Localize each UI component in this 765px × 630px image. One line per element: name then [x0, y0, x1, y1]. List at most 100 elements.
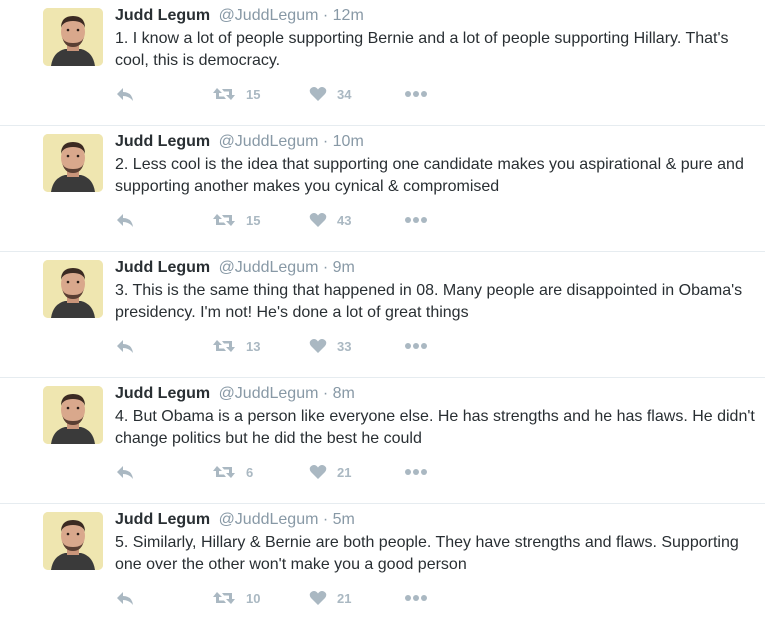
author-handle[interactable]: @JuddLegum: [219, 133, 319, 150]
tweet-actions: 13 33: [115, 334, 515, 358]
separator-dot: ·: [322, 259, 329, 276]
more-options-button[interactable]: [404, 334, 428, 358]
retweet-icon: [213, 88, 235, 100]
more-icon: [405, 595, 427, 601]
tweet-timestamp[interactable]: 10m: [333, 133, 364, 150]
like-count: 43: [337, 212, 352, 228]
author-name[interactable]: Judd Legum: [115, 259, 210, 276]
tweet-actions: 10 21: [115, 586, 515, 610]
author-name[interactable]: Judd Legum: [115, 385, 210, 402]
tweet-header: Judd Legum @JuddLegum · 10m: [115, 132, 364, 152]
reply-button[interactable]: [115, 334, 135, 358]
tweet-timestamp[interactable]: 9m: [333, 259, 355, 276]
like-button[interactable]: 21: [309, 586, 351, 610]
tweet[interactable]: Judd Legum @JuddLegum · 12m 1. I know a …: [0, 0, 765, 126]
tweet[interactable]: Judd Legum @JuddLegum · 9m 3. This is th…: [0, 252, 765, 378]
avatar[interactable]: [43, 8, 103, 66]
tweet-header: Judd Legum @JuddLegum · 8m: [115, 384, 355, 404]
avatar-portrait: [43, 512, 103, 570]
heart-icon: [309, 465, 327, 479]
retweet-button[interactable]: 10: [212, 586, 260, 610]
avatar[interactable]: [43, 134, 103, 192]
retweet-icon: [213, 340, 235, 352]
like-count: 33: [337, 338, 352, 354]
tweet[interactable]: Judd Legum @JuddLegum · 10m 2. Less cool…: [0, 126, 765, 252]
tweet-actions: 15 43: [115, 208, 515, 232]
separator-dot: ·: [322, 7, 329, 24]
retweet-count: 6: [246, 464, 254, 480]
heart-icon: [309, 87, 327, 101]
like-button[interactable]: 21: [309, 460, 351, 484]
reply-icon: [117, 88, 133, 101]
tweet-timeline: Judd Legum @JuddLegum · 12m 1. I know a …: [0, 0, 765, 630]
author-handle[interactable]: @JuddLegum: [219, 7, 319, 24]
more-options-button[interactable]: [404, 82, 428, 106]
avatar-portrait: [43, 260, 103, 318]
like-count: 34: [337, 86, 352, 102]
tweet-timestamp[interactable]: 12m: [333, 7, 364, 24]
reply-icon: [117, 466, 133, 479]
retweet-button[interactable]: 13: [212, 334, 260, 358]
like-count: 21: [337, 590, 352, 606]
heart-icon: [309, 339, 327, 353]
separator-dot: ·: [322, 385, 329, 402]
more-options-button[interactable]: [404, 208, 428, 232]
more-options-button[interactable]: [404, 460, 428, 484]
retweet-button[interactable]: 15: [212, 208, 260, 232]
author-name[interactable]: Judd Legum: [115, 511, 210, 528]
retweet-icon: [213, 466, 235, 478]
author-name[interactable]: Judd Legum: [115, 7, 210, 24]
reply-icon: [117, 592, 133, 605]
tweet-timestamp[interactable]: 8m: [333, 385, 355, 402]
tweet-header: Judd Legum @JuddLegum · 5m: [115, 510, 355, 530]
retweet-button[interactable]: 6: [212, 460, 253, 484]
tweet-text: 1. I know a lot of people supporting Ber…: [115, 30, 729, 69]
more-icon: [405, 343, 427, 349]
tweet-text: 2. Less cool is the idea that supporting…: [115, 156, 744, 195]
avatar[interactable]: [43, 386, 103, 444]
tweet-text: 5. Similarly, Hillary & Bernie are both …: [115, 534, 739, 573]
retweet-count: 10: [246, 590, 261, 606]
tweet-timestamp[interactable]: 5m: [333, 511, 355, 528]
retweet-button[interactable]: 15: [212, 82, 260, 106]
avatar[interactable]: [43, 512, 103, 570]
tweet-header: Judd Legum @JuddLegum · 12m: [115, 6, 364, 26]
avatar-portrait: [43, 386, 103, 444]
avatar-portrait: [43, 134, 103, 192]
like-button[interactable]: 34: [309, 82, 351, 106]
reply-icon: [117, 340, 133, 353]
like-button[interactable]: 33: [309, 334, 351, 358]
heart-icon: [309, 591, 327, 605]
tweet-actions: 15 34: [115, 82, 515, 106]
tweet-actions: 6 21: [115, 460, 515, 484]
more-options-button[interactable]: [404, 586, 428, 610]
retweet-icon: [213, 592, 235, 604]
more-icon: [405, 469, 427, 475]
tweet[interactable]: Judd Legum @JuddLegum · 8m 4. But Obama …: [0, 378, 765, 504]
separator-dot: ·: [322, 511, 329, 528]
tweet[interactable]: Judd Legum @JuddLegum · 5m 5. Similarly,…: [0, 504, 765, 630]
reply-button[interactable]: [115, 82, 135, 106]
retweet-count: 15: [246, 86, 261, 102]
heart-icon: [309, 213, 327, 227]
retweet-count: 13: [246, 338, 261, 354]
retweet-icon: [213, 214, 235, 226]
separator-dot: ·: [322, 133, 329, 150]
tweet-text: 4. But Obama is a person like everyone e…: [115, 408, 755, 447]
author-handle[interactable]: @JuddLegum: [219, 511, 319, 528]
avatar-portrait: [43, 8, 103, 66]
like-count: 21: [337, 464, 352, 480]
tweet-header: Judd Legum @JuddLegum · 9m: [115, 258, 355, 278]
more-icon: [405, 91, 427, 97]
more-icon: [405, 217, 427, 223]
retweet-count: 15: [246, 212, 261, 228]
author-name[interactable]: Judd Legum: [115, 133, 210, 150]
avatar[interactable]: [43, 260, 103, 318]
like-button[interactable]: 43: [309, 208, 351, 232]
reply-button[interactable]: [115, 460, 135, 484]
reply-button[interactable]: [115, 586, 135, 610]
tweet-text: 3. This is the same thing that happened …: [115, 282, 743, 321]
author-handle[interactable]: @JuddLegum: [219, 259, 319, 276]
author-handle[interactable]: @JuddLegum: [219, 385, 319, 402]
reply-button[interactable]: [115, 208, 135, 232]
